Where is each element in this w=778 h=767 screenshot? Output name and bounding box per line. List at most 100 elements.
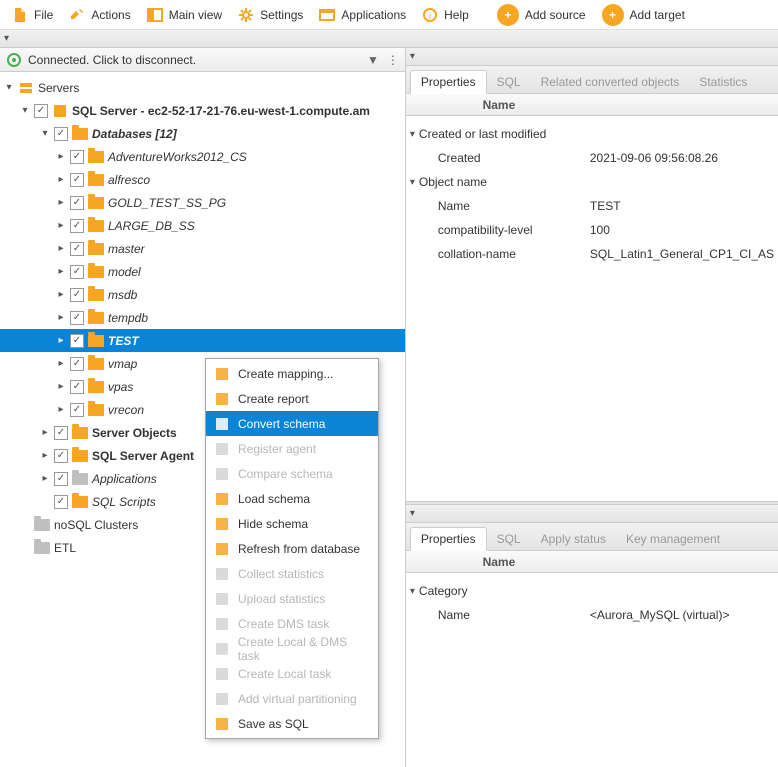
- tree-db-gold_test_ss_pg[interactable]: GOLD_TEST_SS_PG: [0, 191, 405, 214]
- checkbox[interactable]: [54, 426, 68, 440]
- group-category[interactable]: ▾Category: [410, 579, 774, 603]
- menu-settings[interactable]: Settings: [232, 3, 309, 27]
- expand-icon[interactable]: [4, 82, 14, 93]
- tab-properties[interactable]: Properties: [410, 527, 487, 551]
- expand-icon[interactable]: [40, 128, 50, 139]
- connection-status-text[interactable]: Connected. Click to disconnect.: [28, 53, 196, 67]
- folder-icon: [88, 197, 104, 209]
- tree-label: vrecon: [108, 403, 144, 417]
- server-icon: [52, 103, 68, 119]
- options-icon[interactable]: ⋮: [387, 53, 399, 67]
- checkbox[interactable]: [70, 380, 84, 394]
- actions-icon: [69, 7, 85, 23]
- folder-icon: [72, 128, 88, 140]
- tree-servers[interactable]: Servers: [0, 76, 405, 99]
- ctx-label: Add virtual partitioning: [238, 692, 357, 706]
- checkbox[interactable]: [70, 288, 84, 302]
- checkbox[interactable]: [70, 403, 84, 417]
- add-source-button[interactable]: + Add source: [491, 0, 592, 30]
- right-top-collapse[interactable]: ▾: [406, 48, 778, 66]
- expand-icon[interactable]: [56, 335, 66, 346]
- tab-apply-status[interactable]: Apply status: [531, 528, 616, 550]
- tree-label: master: [108, 242, 145, 256]
- tree-db-test[interactable]: TEST: [0, 329, 405, 352]
- tree-label: Servers: [38, 81, 79, 95]
- tree-db-model[interactable]: model: [0, 260, 405, 283]
- ctx-hide-schema[interactable]: Hide schema: [206, 511, 378, 536]
- checkbox[interactable]: [70, 196, 84, 210]
- expand-icon[interactable]: [56, 174, 66, 185]
- tree-label: SQL Server Agent: [92, 449, 194, 463]
- col-name: Name: [406, 555, 592, 569]
- expand-icon[interactable]: [56, 358, 66, 369]
- group-object-name[interactable]: ▾Object name: [410, 170, 774, 194]
- expand-icon[interactable]: [40, 427, 50, 438]
- tab-statistics[interactable]: Statistics: [689, 71, 757, 93]
- menu-item-icon: [214, 516, 230, 532]
- tree-db-adventureworks2012_cs[interactable]: AdventureWorks2012_CS: [0, 145, 405, 168]
- ctx-refresh-from-database[interactable]: Refresh from database: [206, 536, 378, 561]
- checkbox[interactable]: [54, 495, 68, 509]
- ctx-create-mapping[interactable]: Create mapping...: [206, 361, 378, 386]
- checkbox[interactable]: [70, 173, 84, 187]
- menu-help[interactable]: i Help: [416, 3, 475, 27]
- ctx-create-report[interactable]: Create report: [206, 386, 378, 411]
- tree-db-msdb[interactable]: msdb: [0, 283, 405, 306]
- checkbox[interactable]: [54, 472, 68, 486]
- checkbox[interactable]: [34, 104, 48, 118]
- ctx-compare-schema: Compare schema: [206, 461, 378, 486]
- tree-db-alfresco[interactable]: alfresco: [0, 168, 405, 191]
- checkbox[interactable]: [70, 265, 84, 279]
- checkbox[interactable]: [70, 219, 84, 233]
- checkbox[interactable]: [70, 150, 84, 164]
- menu-actions[interactable]: Actions: [63, 3, 136, 27]
- expand-icon[interactable]: [56, 289, 66, 300]
- tab-key-management[interactable]: Key management: [616, 528, 730, 550]
- ctx-load-schema[interactable]: Load schema: [206, 486, 378, 511]
- expand-icon[interactable]: [56, 243, 66, 254]
- expand-icon[interactable]: [56, 220, 66, 231]
- tab-properties[interactable]: Properties: [410, 70, 487, 94]
- tab-sql[interactable]: SQL: [487, 528, 531, 550]
- tree-label: alfresco: [108, 173, 150, 187]
- checkbox[interactable]: [70, 311, 84, 325]
- tree-sqlserver[interactable]: SQL Server - ec2-52-17-21-76.eu-west-1.c…: [0, 99, 405, 122]
- tree-label: ETL: [54, 541, 76, 555]
- folder-icon: [88, 243, 104, 255]
- expand-icon[interactable]: [56, 197, 66, 208]
- ctx-save-as-sql[interactable]: Save as SQL: [206, 711, 378, 736]
- top-collapse-bar[interactable]: ▾: [0, 30, 778, 48]
- checkbox[interactable]: [70, 357, 84, 371]
- expand-icon[interactable]: [40, 450, 50, 461]
- menu-item-icon: [214, 566, 230, 582]
- tree-db-tempdb[interactable]: tempdb: [0, 306, 405, 329]
- group-created[interactable]: ▾Created or last modified: [410, 122, 774, 146]
- context-menu: Create mapping...Create reportConvert sc…: [205, 358, 379, 739]
- tab-related[interactable]: Related converted objects: [531, 71, 690, 93]
- ctx-create-local-task: Create Local task: [206, 661, 378, 686]
- tree-databases-group[interactable]: Databases [12]: [0, 122, 405, 145]
- expand-icon[interactable]: [56, 312, 66, 323]
- menu-main-view[interactable]: Main view: [141, 3, 228, 27]
- add-target-button[interactable]: + Add target: [596, 0, 691, 30]
- checkbox[interactable]: [70, 242, 84, 256]
- checkbox[interactable]: [54, 127, 68, 141]
- expand-icon[interactable]: [56, 151, 66, 162]
- ctx-convert-schema[interactable]: Convert schema: [206, 411, 378, 436]
- expand-icon[interactable]: [56, 404, 66, 415]
- expand-icon[interactable]: [40, 473, 50, 484]
- tab-sql[interactable]: SQL: [487, 71, 531, 93]
- checkbox[interactable]: [54, 449, 68, 463]
- expand-icon[interactable]: [56, 266, 66, 277]
- filter-icon[interactable]: ▼: [367, 53, 379, 67]
- right-bottom-collapse[interactable]: ▾: [406, 505, 778, 523]
- menu-item-icon: [214, 391, 230, 407]
- menu-applications[interactable]: Applications: [313, 3, 412, 27]
- expand-icon[interactable]: [20, 105, 30, 116]
- checkbox[interactable]: [70, 334, 84, 348]
- expand-icon[interactable]: [56, 381, 66, 392]
- tree-db-master[interactable]: master: [0, 237, 405, 260]
- ctx-collect-statistics: Collect statistics: [206, 561, 378, 586]
- menu-file[interactable]: File: [6, 3, 59, 27]
- tree-db-large_db_ss[interactable]: LARGE_DB_SS: [0, 214, 405, 237]
